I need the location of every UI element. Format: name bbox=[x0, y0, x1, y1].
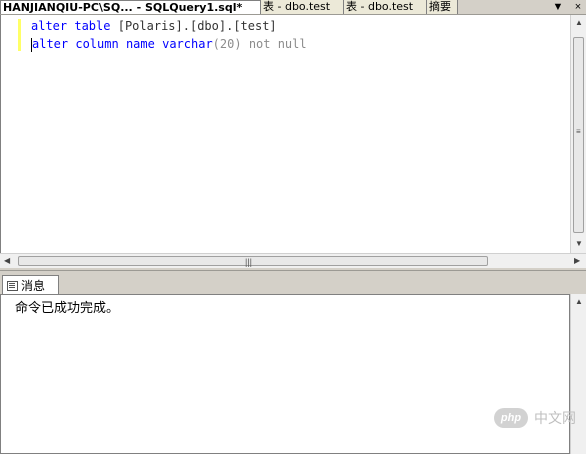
grip-icon: ||| bbox=[245, 257, 253, 267]
column-name: name bbox=[125, 37, 155, 51]
results-tab-strip: 消息 bbox=[0, 270, 586, 295]
horizontal-scroll-thumb[interactable]: ||| bbox=[18, 256, 488, 267]
editor-horizontal-scrollbar[interactable]: ◀ ||| ▶ bbox=[0, 253, 586, 268]
changed-lines-marker bbox=[18, 19, 21, 51]
tab-controls: ▼ × bbox=[552, 0, 584, 14]
scroll-down-icon[interactable]: ▼ bbox=[575, 239, 583, 248]
scroll-right-icon[interactable]: ▶ bbox=[574, 256, 580, 265]
scroll-up-icon[interactable]: ▲ bbox=[575, 18, 583, 27]
code-line-2: alter column name varchar(20) not null bbox=[31, 35, 307, 53]
tab-sqlquery1[interactable]: HANJIANQIU-PC\SQ... - SQLQuery1.sql* bbox=[0, 0, 261, 14]
keyword-varchar: varchar bbox=[162, 37, 213, 51]
code-line-1: alter table [Polaris].[dbo].[test] bbox=[31, 17, 307, 35]
keyword-table: table bbox=[74, 19, 111, 33]
scroll-left-icon[interactable]: ◀ bbox=[4, 256, 10, 265]
code-area[interactable]: alter table [Polaris].[dbo].[test] alter… bbox=[31, 17, 307, 53]
tab-table-dbo-test-2[interactable]: 表 - dbo.test bbox=[344, 0, 427, 14]
grip-icon: ≡ bbox=[576, 127, 581, 136]
result-message: 命令已成功完成。 bbox=[15, 301, 120, 316]
watermark: php 中文网 bbox=[494, 408, 576, 428]
vertical-scroll-thumb[interactable]: ≡ bbox=[573, 37, 584, 233]
tab-summary[interactable]: 摘要 bbox=[427, 0, 458, 14]
php-logo: php bbox=[494, 408, 528, 428]
document-tab-strip: HANJIANQIU-PC\SQ... - SQLQuery1.sql* 表 -… bbox=[0, 0, 586, 15]
close-icon[interactable]: × bbox=[572, 1, 584, 13]
messages-icon bbox=[7, 280, 18, 291]
watermark-text: 中文网 bbox=[534, 411, 576, 427]
tab-messages-label: 消息 bbox=[21, 279, 46, 293]
keyword-alter: alter bbox=[31, 19, 68, 33]
messages-pane[interactable]: 命令已成功完成。 bbox=[0, 294, 570, 454]
tab-table-dbo-test-1[interactable]: 表 - dbo.test bbox=[261, 0, 344, 14]
query-editor[interactable]: alter table [Polaris].[dbo].[test] alter… bbox=[0, 15, 571, 253]
results-vertical-scrollbar[interactable]: ▲ bbox=[570, 294, 586, 454]
table-identifier: [Polaris].[dbo].[test] bbox=[117, 19, 277, 33]
keyword-not-null: not null bbox=[248, 37, 307, 51]
tab-messages[interactable]: 消息 bbox=[2, 275, 59, 295]
editor-vertical-scrollbar[interactable]: ▲ ≡ ▼ bbox=[570, 15, 586, 253]
keyword-alter: alter bbox=[32, 37, 69, 51]
type-size: (20) bbox=[212, 37, 242, 51]
scroll-up-icon[interactable]: ▲ bbox=[575, 297, 583, 306]
keyword-column: column bbox=[75, 37, 119, 51]
tab-dropdown-icon[interactable]: ▼ bbox=[552, 1, 564, 13]
